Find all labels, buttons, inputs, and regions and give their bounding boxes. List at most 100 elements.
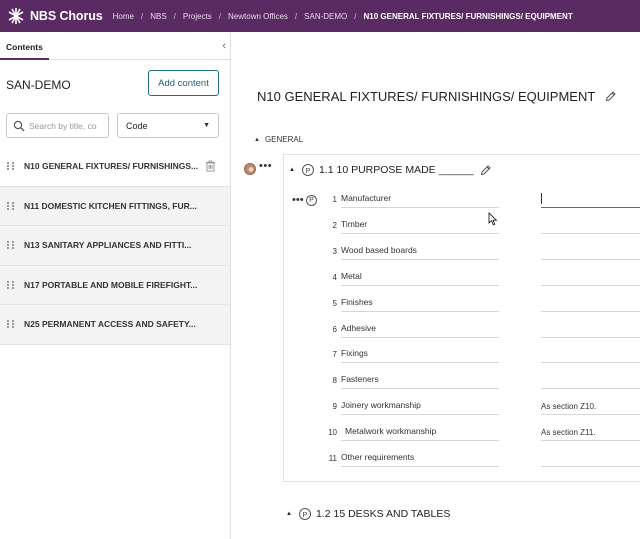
breadcrumb-separator: /: [140, 11, 144, 21]
breadcrumb-separator: /: [218, 11, 222, 21]
row-label: Metal: [341, 271, 499, 286]
triangle-up-icon[interactable]: ▲: [289, 167, 295, 173]
performance-badge-icon: P: [298, 508, 311, 520]
nbs-logo-icon: [8, 8, 24, 24]
table-row: 9 Joinery workmanship: [323, 395, 499, 415]
add-content-button[interactable]: Add content: [148, 70, 219, 96]
breadcrumb-project[interactable]: Newtown Offices: [228, 12, 288, 21]
text-cursor: [541, 193, 542, 204]
list-item[interactable]: N11 DOMESTIC KITCHEN FITTINGS, FUR...: [0, 186, 230, 226]
group-label: GENERAL: [264, 135, 304, 144]
breadcrumb-separator: /: [354, 11, 357, 21]
pencil-icon[interactable]: [605, 91, 617, 102]
row-label: Manufacturer: [341, 193, 499, 208]
row-number: 4: [332, 273, 337, 282]
breadcrumb-separator: /: [173, 11, 176, 21]
value-field[interactable]: [541, 347, 640, 363]
list-item[interactable]: N25 PERMANENT ACCESS AND SAFETY...: [0, 305, 230, 345]
value-field[interactable]: [541, 451, 640, 467]
table-row: 11 Other requirements: [323, 447, 499, 467]
drag-handle-icon[interactable]: [6, 240, 16, 250]
project-title: SAN-DEMO: [6, 78, 71, 92]
drag-handle-icon[interactable]: [6, 280, 16, 290]
pencil-icon[interactable]: [480, 164, 491, 176]
breadcrumb-separator: /: [294, 11, 298, 21]
more-options-icon[interactable]: •••: [259, 160, 272, 172]
breadcrumb-current: N10 GENERAL FIXTURES/ FURNISHINGS/ EQUIP…: [363, 11, 573, 21]
search-icon: [13, 120, 25, 131]
row-label: Joinery workmanship: [341, 400, 499, 415]
value-field[interactable]: [541, 373, 640, 389]
row-label: Fasteners: [341, 374, 499, 389]
contents-list: N10 GENERAL FIXTURES/ FURNISHINGS... N11…: [0, 147, 230, 345]
page-title: N10 GENERAL FIXTURES/ FURNISHINGS/ EQUIP…: [257, 89, 617, 104]
row-number: 5: [332, 299, 337, 308]
list-item-label: N10 GENERAL FIXTURES/ FURNISHINGS...: [24, 161, 199, 172]
row-label: Fixings: [341, 348, 499, 363]
sidebar: Contents ‹ SAN-DEMO Add content Code ▼ N…: [0, 32, 231, 539]
list-item-label: N13 SANITARY APPLIANCES AND FITTI...: [24, 240, 192, 251]
list-item[interactable]: N17 PORTABLE AND MOBILE FIREFIGHT...: [0, 265, 230, 305]
performance-badge-icon: P: [301, 164, 314, 176]
drag-handle-icon[interactable]: [6, 201, 16, 211]
trash-icon[interactable]: [205, 160, 216, 172]
clause-title: 15 DESKS AND TABLES: [333, 508, 451, 520]
breadcrumb-nbs[interactable]: NBS: [150, 12, 166, 21]
table-row: 4 Metal: [323, 266, 499, 286]
row-label: Timber: [341, 219, 499, 234]
value-field[interactable]: [541, 270, 640, 286]
sort-select-value: Code: [126, 120, 148, 131]
brand-logo[interactable]: NBS Chorus: [6, 6, 103, 26]
value-field[interactable]: As section Z10.: [541, 399, 640, 415]
value-field[interactable]: As section Z11.: [541, 425, 640, 441]
row-number: 7: [332, 350, 337, 359]
row-number: 1: [332, 195, 337, 204]
sort-select[interactable]: Code ▼: [117, 113, 219, 138]
active-tab-indicator: [0, 58, 49, 60]
tab-contents[interactable]: Contents: [6, 42, 43, 52]
table-row: 5 Finishes: [323, 292, 499, 312]
performance-badge-icon: P: [306, 195, 317, 206]
user-avatar-icon: [248, 167, 254, 172]
collapse-sidebar-icon[interactable]: ‹: [222, 40, 226, 52]
top-bar: NBS Chorus Home / NBS / Projects / Newto…: [0, 0, 640, 32]
clause-number: 1.2: [315, 508, 331, 520]
search-box[interactable]: [6, 113, 109, 138]
brand-name: NBS Chorus: [30, 9, 103, 23]
list-item-label: N11 DOMESTIC KITCHEN FITTINGS, FUR...: [24, 200, 197, 211]
avatar[interactable]: [244, 163, 256, 175]
row-label: Metalwork workmanship: [341, 426, 499, 441]
value-field[interactable]: [541, 218, 640, 234]
value-field[interactable]: [541, 296, 640, 312]
table-row: 7 Fixings: [323, 343, 499, 363]
list-item[interactable]: N10 GENERAL FIXTURES/ FURNISHINGS...: [0, 147, 230, 187]
table-row: 10 Metalwork workmanship: [323, 421, 499, 441]
clause-card: ▲ P 1.1 10 PURPOSE MADE ______ ••• P 1 M…: [283, 154, 640, 482]
value-field[interactable]: [541, 244, 640, 260]
row-number: 8: [332, 376, 337, 385]
triangle-up-icon[interactable]: ▲: [286, 511, 292, 517]
list-item-label: N17 PORTABLE AND MOBILE FIREFIGHT...: [24, 279, 198, 290]
breadcrumb-projects[interactable]: Projects: [183, 12, 212, 21]
list-item[interactable]: N13 SANITARY APPLIANCES AND FITTI...: [0, 226, 230, 266]
row-number: 2: [332, 221, 337, 230]
row-number: 3: [332, 247, 337, 256]
group-toggle-general[interactable]: ▲ GENERAL: [254, 135, 303, 144]
breadcrumb-home[interactable]: Home: [113, 12, 134, 21]
drag-handle-icon[interactable]: [6, 161, 16, 171]
row-more-options-icon[interactable]: •••: [292, 194, 304, 206]
clause-title: 10 PURPOSE MADE ______: [336, 164, 474, 176]
table-row: 1 Manufacturer: [323, 188, 499, 208]
table-row: 8 Fasteners: [323, 369, 499, 389]
sidebar-header: Contents ‹: [0, 32, 230, 60]
breadcrumb-spec[interactable]: SAN-DEMO: [304, 12, 347, 21]
row-label: Other requirements: [341, 452, 499, 467]
breadcrumb: Home / NBS / Projects / Newtown Offices …: [113, 12, 573, 21]
row-number: 10: [328, 428, 337, 437]
drag-handle-icon[interactable]: [6, 319, 16, 329]
search-input[interactable]: [29, 120, 105, 131]
mouse-cursor-icon: [488, 212, 498, 226]
value-field-manufacturer[interactable]: [541, 192, 640, 208]
chevron-down-icon: ▼: [203, 122, 210, 129]
value-field[interactable]: [541, 322, 640, 338]
